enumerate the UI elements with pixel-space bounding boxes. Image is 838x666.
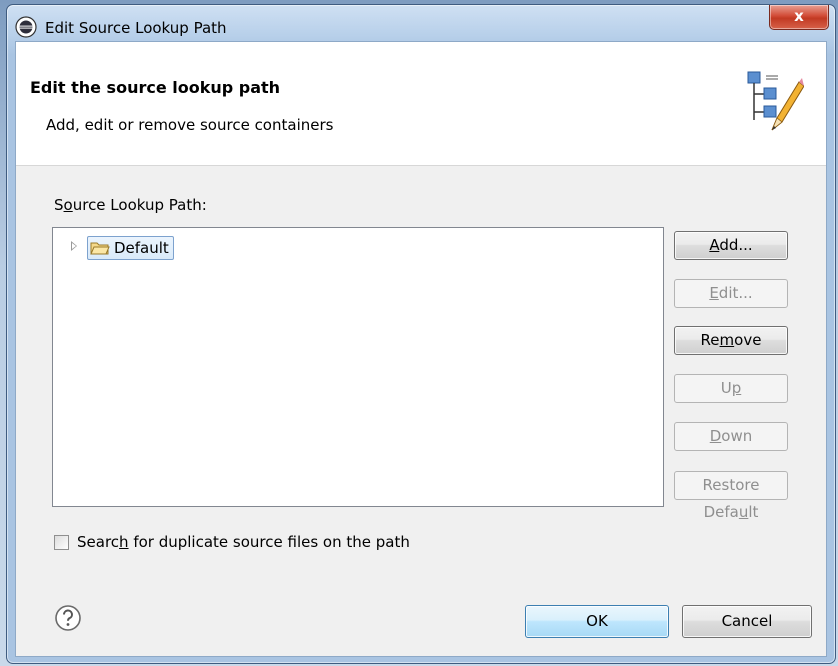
up-button[interactable]: Up — [674, 374, 788, 403]
add-button[interactable]: Add... — [674, 231, 788, 260]
close-button[interactable]: x — [769, 5, 829, 30]
edit-button[interactable]: Edit... — [674, 279, 788, 308]
title-area: Edit the source lookup path Add, edit or… — [16, 42, 826, 166]
expand-twisty-icon[interactable] — [71, 241, 77, 251]
page-description: Add, edit or remove source containers — [46, 116, 334, 134]
tree-item-default[interactable]: Default — [87, 236, 174, 260]
cancel-button[interactable]: Cancel — [682, 605, 812, 638]
duplicate-search-checkbox[interactable] — [54, 534, 69, 550]
duplicate-search-option[interactable]: Search for duplicate source files on the… — [54, 532, 410, 552]
source-lookup-path-label: Source Lookup Path: — [54, 196, 207, 214]
eclipse-app-icon — [15, 16, 37, 38]
tree-item-label: Default — [114, 239, 169, 257]
page-title: Edit the source lookup path — [30, 78, 281, 97]
restore-default-button[interactable]: Restore Default — [674, 471, 788, 521]
ok-button[interactable]: OK — [525, 605, 669, 638]
folder-open-icon — [90, 242, 110, 255]
duplicate-search-label[interactable]: Search for duplicate source files on the… — [77, 533, 410, 551]
source-lookup-edit-icon — [747, 71, 804, 131]
dialog-client-area: Edit the source lookup path Add, edit or… — [15, 41, 827, 657]
dialog-window: Edit Source Lookup Path x Edit the sourc… — [6, 4, 836, 664]
remove-button[interactable]: Remove — [674, 326, 788, 355]
close-icon: x — [794, 7, 804, 25]
source-lookup-tree[interactable]: Default — [52, 227, 664, 507]
window-title: Edit Source Lookup Path — [45, 19, 227, 37]
down-button[interactable]: Down — [674, 422, 788, 451]
help-icon[interactable] — [54, 604, 82, 632]
